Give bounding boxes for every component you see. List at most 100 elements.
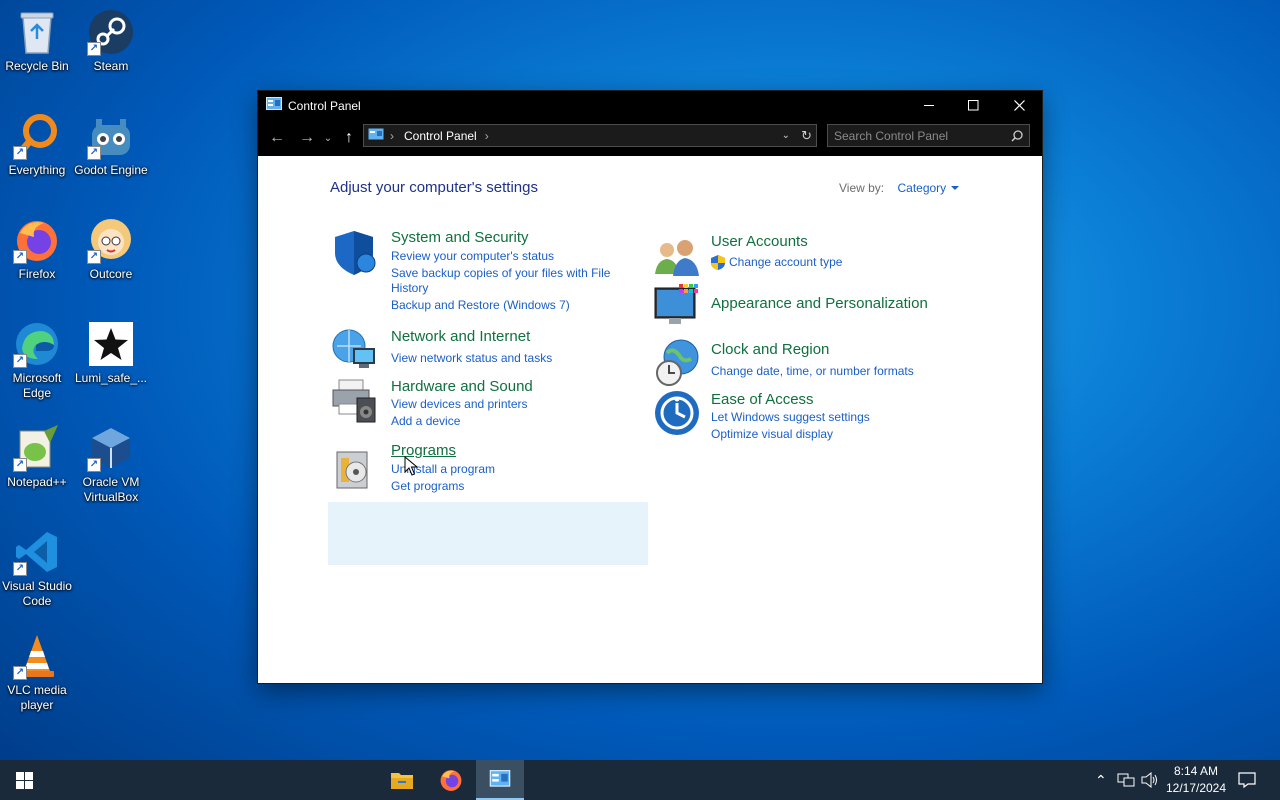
recent-locations-chevron-icon[interactable]: ⌄ xyxy=(320,133,336,144)
up-arrow-icon[interactable]: ↑ xyxy=(336,129,362,147)
programs-hover-highlight xyxy=(328,502,648,565)
taskbar: ⌃ 8:14 AM 12/17/2024 xyxy=(0,760,1280,800)
desktop-icon-vscode[interactable]: ↗ Visual Studio Code xyxy=(0,528,74,609)
category-user-accounts: User Accounts Change account type xyxy=(653,232,983,282)
address-toolbar: ← → ⌄ ↑ › Control Panel › ⌄ ↻ Search Con… xyxy=(258,120,1042,156)
desktop-icon-steam[interactable]: ↗ Steam xyxy=(74,8,148,74)
edge-icon: ↗ xyxy=(13,320,61,368)
firefox-icon xyxy=(440,770,462,791)
programs-title[interactable]: Programs xyxy=(391,442,456,459)
breadcrumb-control-panel[interactable]: Control Panel xyxy=(404,129,477,143)
desktop-icon-label: Everything xyxy=(8,163,66,177)
hardware-sound-title[interactable]: Hardware and Sound xyxy=(391,378,533,395)
get-programs-link[interactable]: Get programs xyxy=(391,478,464,494)
network-status-link[interactable]: View network status and tasks xyxy=(391,350,552,366)
appearance-title[interactable]: Appearance and Personalization xyxy=(711,295,928,312)
desktop-icon-lumi-safe[interactable]: Lumi_safe_... xyxy=(74,320,148,386)
desktop-icon-recycle-bin[interactable]: Recycle Bin xyxy=(0,8,74,74)
title-bar[interactable]: Control Panel xyxy=(258,91,1042,120)
address-dropdown-chevron-icon[interactable]: ⌄ xyxy=(782,130,790,141)
page-heading: Adjust your computer's settings xyxy=(330,179,538,196)
desktop-icon-label: Notepad++ xyxy=(7,475,67,489)
network-internet-title[interactable]: Network and Internet xyxy=(391,328,530,345)
outcore-icon: ↗ xyxy=(87,216,135,264)
desktop-icon-virtualbox[interactable]: ↗ Oracle VM VirtualBox xyxy=(74,424,148,505)
backup-restore-link[interactable]: Backup and Restore (Windows 7) xyxy=(391,297,570,313)
programs-disc-icon xyxy=(331,448,381,498)
virtualbox-icon: ↗ xyxy=(87,424,135,472)
printer-speaker-icon xyxy=(331,376,381,426)
everything-search-icon: ↗ xyxy=(13,112,61,160)
change-account-type-link[interactable]: Change account type xyxy=(729,254,842,270)
breadcrumb-chevron-icon[interactable]: › xyxy=(485,129,489,143)
file-history-link-cont[interactable]: History xyxy=(391,280,428,296)
volume-tray-button[interactable] xyxy=(1141,760,1159,800)
minimize-icon xyxy=(923,105,934,106)
desktop-icon-vlc[interactable]: ↗ VLC media player xyxy=(0,632,74,713)
network-tray-button[interactable] xyxy=(1117,760,1135,800)
taskbar-firefox[interactable] xyxy=(427,760,475,800)
desktop-icon-firefox[interactable]: ↗ Firefox xyxy=(0,216,74,282)
breadcrumb-chevron-icon: › xyxy=(390,128,394,143)
change-account-type-row[interactable]: Change account type xyxy=(711,254,842,270)
taskbar-control-panel[interactable] xyxy=(476,760,524,800)
control-panel-window: Control Panel ← → ⌄ ↑ › Control Panel › … xyxy=(258,91,1042,683)
ease-of-access-title[interactable]: Ease of Access xyxy=(711,391,814,408)
file-explorer-icon xyxy=(391,773,413,789)
clock-region-title[interactable]: Clock and Region xyxy=(711,341,829,358)
recycle-bin-icon xyxy=(13,8,61,56)
close-button[interactable] xyxy=(996,91,1042,120)
address-field[interactable]: › Control Panel › ⌄ ↻ xyxy=(363,124,817,147)
system-security-title[interactable]: System and Security xyxy=(391,229,529,246)
desktop-icon-everything[interactable]: ↗ Everything xyxy=(0,112,74,178)
review-status-link[interactable]: Review your computer's status xyxy=(391,248,554,264)
forward-arrow-icon[interactable]: → xyxy=(294,129,320,147)
window-title: Control Panel xyxy=(288,98,361,113)
vlc-icon: ↗ xyxy=(13,632,61,680)
maximize-icon xyxy=(967,100,978,111)
desktop-icon-label: Oracle VM VirtualBox xyxy=(82,475,140,504)
windows-logo-icon xyxy=(15,771,33,789)
users-icon xyxy=(653,232,703,282)
desktop-icon-label: VLC media player xyxy=(7,683,67,712)
clock-time: 8:14 AM xyxy=(1173,764,1219,778)
refresh-icon[interactable]: ↻ xyxy=(801,128,812,144)
suggest-settings-link[interactable]: Let Windows suggest settings xyxy=(711,409,870,425)
minimize-button[interactable] xyxy=(906,91,952,120)
system-clock[interactable]: 8:14 AM 12/17/2024 xyxy=(1160,763,1232,797)
file-history-link[interactable]: Save backup copies of your files with Fi… xyxy=(391,265,610,281)
start-button[interactable] xyxy=(0,760,48,800)
category-system-security: System and Security Review your computer… xyxy=(331,229,631,319)
star-icon xyxy=(87,320,135,368)
search-input[interactable]: Search Control Panel xyxy=(834,129,948,143)
taskbar-file-explorer[interactable] xyxy=(378,760,426,800)
devices-printers-link[interactable]: View devices and printers xyxy=(391,396,528,412)
notepad-plus-plus-icon: ↗ xyxy=(13,424,61,472)
desktop-icon-godot[interactable]: ↗ Godot Engine xyxy=(74,112,148,178)
steam-icon: ↗ xyxy=(87,8,135,56)
shield-icon xyxy=(331,229,381,279)
view-by-label: View by: xyxy=(839,181,885,195)
view-by-dropdown[interactable]: Category xyxy=(897,181,959,195)
mouse-cursor-icon xyxy=(404,456,418,476)
action-center-button[interactable] xyxy=(1238,760,1256,800)
close-icon xyxy=(1013,100,1025,111)
user-accounts-title[interactable]: User Accounts xyxy=(711,233,808,250)
desktop-icon-outcore[interactable]: ↗ Outcore xyxy=(74,216,148,282)
ease-of-access-icon xyxy=(653,389,703,439)
show-hidden-icons-button[interactable]: ⌃ xyxy=(1095,760,1107,800)
desktop-icon-label: Microsoft Edge xyxy=(12,371,62,400)
optimize-display-link[interactable]: Optimize visual display xyxy=(711,426,833,442)
add-device-link[interactable]: Add a device xyxy=(391,413,460,429)
desktop-icon-notepadpp[interactable]: ↗ Notepad++ xyxy=(0,424,74,490)
maximize-button[interactable] xyxy=(950,91,996,120)
category-network: Network and Internet View network status… xyxy=(331,326,631,371)
category-clock-region: Clock and Region Change date, time, or n… xyxy=(653,339,983,389)
clock-date: 12/17/2024 xyxy=(1165,781,1227,795)
desktop-icon-edge[interactable]: ↗ Microsoft Edge xyxy=(0,320,74,401)
search-field[interactable]: Search Control Panel xyxy=(827,124,1030,147)
desktop-icon-label: Firefox xyxy=(18,267,56,281)
category-ease-of-access: Ease of Access Let Windows suggest setti… xyxy=(653,389,983,449)
back-arrow-icon[interactable]: ← xyxy=(264,129,290,147)
date-time-formats-link[interactable]: Change date, time, or number formats xyxy=(711,363,914,379)
